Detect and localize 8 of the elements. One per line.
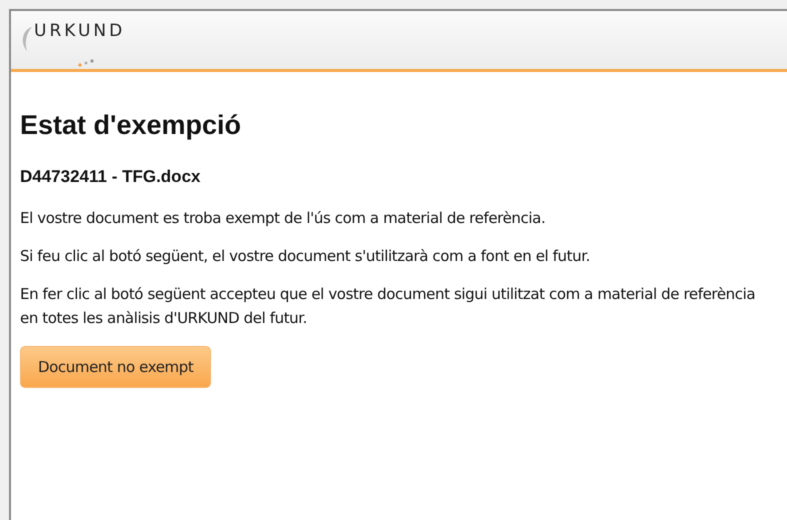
paragraph: El vostre document es troba exempt de l'ús com a material de referència. xyxy=(20,208,546,229)
paragraph: Si feu clic al botó següent, el vostre document s'utilitzarà com a font en el futur. xyxy=(20,246,591,267)
document-not-exempt-button[interactable]: Document no exempt xyxy=(20,346,212,388)
document-name: D44732411 - TFG.docx xyxy=(20,167,202,187)
logo-text: URKUND xyxy=(34,21,126,41)
logo-dots-icon xyxy=(77,59,95,67)
paragraph: En fer clic al botó següent accepteu que el vostre document sigui utilitzat com a material de referència en totes les anàlisis d'URKUND del futur. xyxy=(20,284,756,329)
page-title: Estat d'exempció xyxy=(20,110,242,141)
